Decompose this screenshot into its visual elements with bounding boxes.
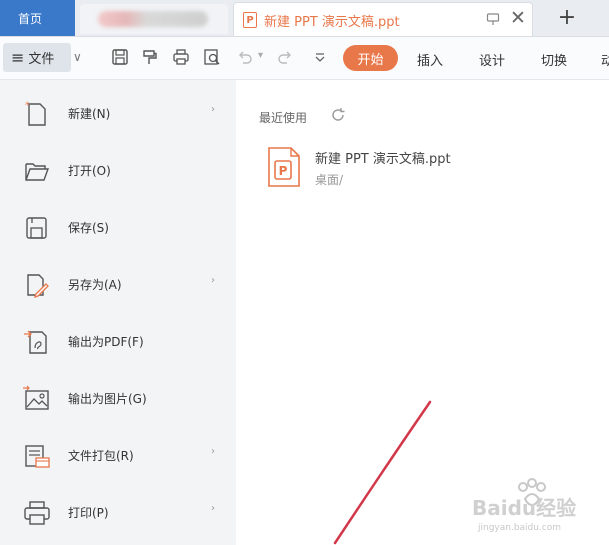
tab-document-title: 新建 PPT 演示文稿.ppt xyxy=(264,15,400,30)
chevron-right-icon: › xyxy=(211,104,215,115)
menu-item-print[interactable]: 打印(P) › xyxy=(0,484,236,541)
redo-icon[interactable] xyxy=(275,47,295,67)
ribbon-tab-home[interactable]: 开始 xyxy=(343,45,398,71)
menu-item-save-as[interactable]: 另存为(A) › xyxy=(0,256,236,313)
menu-item-label: 打开(O) xyxy=(68,164,111,178)
recent-file-path: 桌面/ xyxy=(315,173,344,187)
tab-document[interactable]: P 新建 PPT 演示文稿.ppt ✕ xyxy=(233,2,533,36)
save-icon[interactable] xyxy=(110,47,130,67)
new-file-icon: * xyxy=(25,101,46,126)
ribbon-tab-transition[interactable]: 切换 xyxy=(541,50,567,69)
ppt-file-icon: P xyxy=(243,12,257,28)
print-preview-icon[interactable] xyxy=(202,47,222,67)
menu-item-label: 另存为(A) xyxy=(68,278,122,292)
recent-file-item[interactable]: P 新建 PPT 演示文稿.ppt 桌面/ xyxy=(266,144,586,194)
annotation-stroke xyxy=(333,400,432,545)
baidu-watermark: Baidu经验 jingyan.baidu.com xyxy=(470,475,600,535)
watermark-url: jingyan.baidu.com xyxy=(477,523,561,533)
new-tab-button[interactable]: + xyxy=(543,4,591,34)
pin-icon[interactable] xyxy=(486,12,500,26)
save-icon xyxy=(26,217,47,239)
watermark-brand: Baidu经验 xyxy=(472,496,576,520)
tab-blurred[interactable] xyxy=(80,4,228,34)
tab-home[interactable]: 首页 xyxy=(0,0,75,36)
export-image-icon xyxy=(23,385,49,410)
export-pdf-icon xyxy=(24,330,47,354)
format-painter-icon[interactable] xyxy=(140,47,160,67)
undo-icon[interactable] xyxy=(235,47,255,67)
ribbon-tab-animation[interactable]: 动 xyxy=(601,50,609,69)
menu-item-label: 打印(P) xyxy=(68,506,109,520)
ppt-file-icon: P xyxy=(268,147,300,187)
chevron-right-icon: › xyxy=(211,503,215,514)
save-as-icon xyxy=(27,274,49,299)
ribbon-tab-design[interactable]: 设计 xyxy=(479,50,505,69)
toolbar xyxy=(0,37,609,80)
menu-item-label: 文件打包(R) xyxy=(68,449,134,463)
chevron-down-icon[interactable]: ∨ xyxy=(73,50,82,64)
ribbon-tab-insert[interactable]: 插入 xyxy=(417,50,443,69)
package-icon xyxy=(25,445,50,468)
menu-icon: ≡ xyxy=(11,48,25,67)
file-menu-panel: * 新建(N) › 打开(O) 保存(S) 另存为(A) › 输出为PDF(F)… xyxy=(0,80,236,545)
menu-item-label: 保存(S) xyxy=(68,221,109,235)
menu-item-package[interactable]: 文件打包(R) › xyxy=(0,427,236,484)
svg-text:*: * xyxy=(25,101,30,111)
refresh-icon[interactable] xyxy=(330,107,346,123)
file-menu-label: 文件 xyxy=(28,52,55,67)
menu-item-export-image[interactable]: 输出为图片(G) xyxy=(0,370,236,427)
baidu-logo: Baidu经验 jingyan.baidu.com xyxy=(472,478,576,533)
chevron-right-icon: › xyxy=(211,275,215,286)
blurred-tab-content xyxy=(98,11,208,27)
print-icon xyxy=(24,501,50,525)
menu-item-label: 新建(N) xyxy=(68,107,111,121)
recent-section-title: 最近使用 xyxy=(259,111,308,125)
menu-item-label: 输出为PDF(F) xyxy=(68,335,144,349)
menu-item-new[interactable]: * 新建(N) › xyxy=(0,85,236,142)
menu-item-label: 输出为图片(G) xyxy=(68,392,147,406)
recent-file-name: 新建 PPT 演示文稿.ppt xyxy=(315,152,451,167)
undo-dropdown-icon[interactable]: ▾ xyxy=(258,50,263,61)
chevron-right-icon: › xyxy=(211,446,215,457)
folder-open-icon xyxy=(25,163,49,181)
print-icon[interactable] xyxy=(171,47,191,67)
more-icon[interactable] xyxy=(310,47,330,67)
file-menu-button[interactable]: ≡ 文件 xyxy=(3,43,71,72)
menu-item-save[interactable]: 保存(S) xyxy=(0,199,236,256)
close-tab-icon[interactable]: ✕ xyxy=(510,7,526,29)
menu-item-export-pdf[interactable]: 输出为PDF(F) xyxy=(0,313,236,370)
ppt-icon-letter: P xyxy=(279,164,288,178)
menu-item-open[interactable]: 打开(O) xyxy=(0,142,236,199)
